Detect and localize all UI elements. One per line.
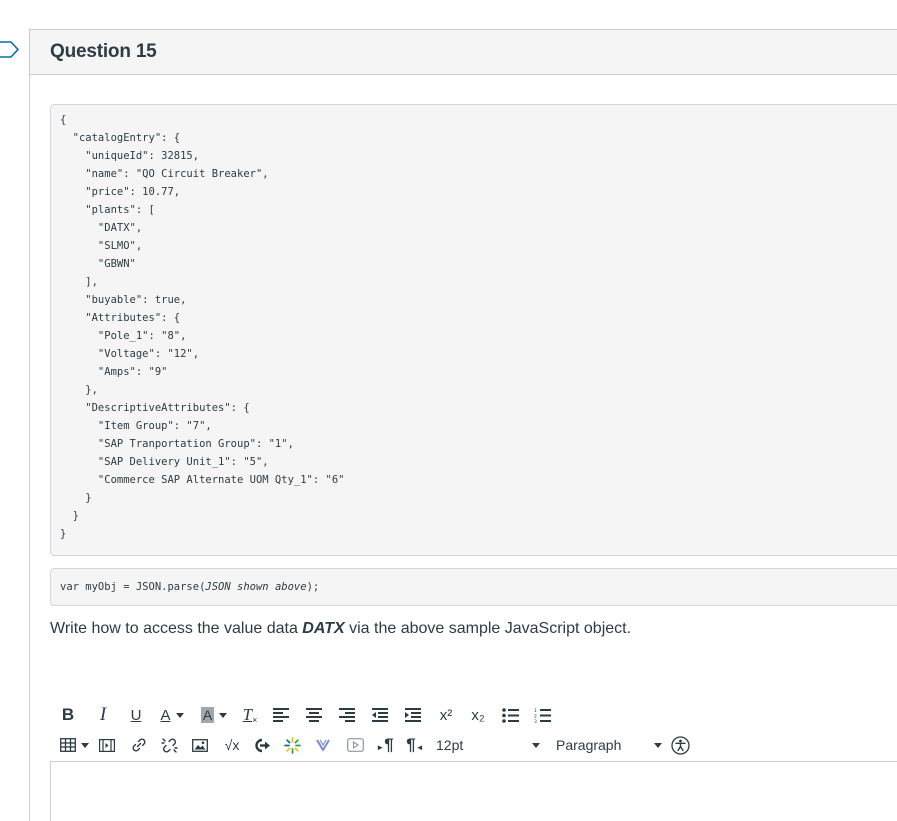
align-right-icon bbox=[339, 708, 355, 722]
vimeo-v-icon bbox=[316, 739, 330, 751]
embed-icon bbox=[254, 738, 270, 752]
align-center-button[interactable] bbox=[303, 703, 325, 727]
accessibility-checker-button[interactable] bbox=[670, 733, 690, 757]
rtl-arrow-icon: ◄ bbox=[415, 742, 424, 752]
background-color-button[interactable]: A bbox=[194, 703, 234, 727]
chevron-down-icon bbox=[175, 712, 184, 718]
question-header: Question 15 bbox=[30, 30, 897, 75]
outdent-button[interactable] bbox=[369, 703, 391, 727]
rtl-label: ¶ bbox=[406, 735, 416, 754]
svg-text:3: 3 bbox=[534, 719, 537, 723]
font-color-label: A bbox=[160, 706, 171, 724]
apps-sparkle-icon bbox=[283, 736, 301, 754]
subscript-button[interactable]: x₂ bbox=[467, 703, 489, 727]
embed-button[interactable] bbox=[251, 733, 273, 757]
question-prompt: Write how to access the value data DATX … bbox=[50, 620, 631, 638]
align-center-icon bbox=[306, 708, 322, 722]
ltr-button[interactable]: ► ¶ bbox=[374, 733, 396, 757]
bold-button[interactable]: B bbox=[58, 703, 78, 727]
external-tool-button[interactable] bbox=[312, 733, 334, 757]
media-button[interactable] bbox=[96, 733, 118, 757]
question-title: Question 15 bbox=[50, 41, 157, 62]
prompt-text-end: via the above sample JavaScript object. bbox=[344, 620, 632, 637]
svg-text:1: 1 bbox=[534, 708, 537, 714]
unlink-icon bbox=[160, 737, 178, 753]
rtl-button[interactable]: ¶ ◄ bbox=[404, 733, 426, 757]
indent-icon bbox=[405, 708, 421, 722]
play-icon bbox=[346, 738, 364, 752]
clear-format-label: T bbox=[242, 705, 253, 724]
prompt-text: Write how to access the value data bbox=[50, 620, 303, 637]
editor-toolbar-row-2: √x ► ¶ ¶ ◄ 12pt Paragraph bbox=[58, 733, 690, 757]
parse-code-block: var myObj = JSON.parse(JSON shown above)… bbox=[50, 568, 897, 606]
svg-text:2: 2 bbox=[534, 713, 537, 719]
media-icon bbox=[99, 738, 115, 752]
font-size-value: 12pt bbox=[436, 737, 464, 753]
ltr-label: ¶ bbox=[384, 735, 394, 754]
clear-x-icon: × bbox=[252, 715, 258, 725]
bullet-list-button[interactable] bbox=[499, 703, 521, 727]
chevron-down-icon bbox=[219, 712, 228, 718]
block-format-select[interactable]: Paragraph bbox=[556, 737, 670, 753]
unlink-button[interactable] bbox=[158, 733, 180, 757]
parse-suffix: ); bbox=[306, 581, 320, 593]
italic-button[interactable]: I bbox=[90, 703, 116, 727]
media-record-button[interactable] bbox=[344, 733, 366, 757]
prompt-emphasis: DATX bbox=[302, 620, 345, 637]
italic-label: I bbox=[99, 704, 107, 725]
parse-prefix: var myObj = JSON.parse( bbox=[60, 581, 206, 593]
link-icon bbox=[132, 738, 146, 752]
chevron-down-icon bbox=[80, 742, 89, 748]
json-code: { "catalogEntry": { "uniqueId": 32815, "… bbox=[60, 114, 345, 540]
image-icon bbox=[192, 738, 208, 752]
indent-button[interactable] bbox=[402, 703, 424, 727]
underline-label: U bbox=[130, 706, 142, 724]
editor-toolbar-row-1: B I U A A T × x² x₂ 1 2 3 bbox=[58, 703, 553, 727]
align-left-button[interactable] bbox=[270, 703, 292, 727]
outdent-icon bbox=[372, 708, 388, 722]
font-color-button[interactable]: A bbox=[154, 703, 190, 727]
numbered-list-icon: 123 bbox=[534, 708, 551, 723]
bullet-list-icon bbox=[501, 707, 519, 723]
chevron-down-icon bbox=[654, 742, 662, 748]
ltr-arrow-icon: ► bbox=[376, 742, 385, 752]
equation-icon: √x bbox=[224, 737, 240, 753]
question-card: Question 15 { "catalogEntry": { "uniqueI… bbox=[29, 29, 897, 821]
superscript-label: x² bbox=[439, 706, 453, 724]
equation-button[interactable]: √x bbox=[221, 733, 243, 757]
superscript-button[interactable]: x² bbox=[435, 703, 457, 727]
answer-editor[interactable] bbox=[50, 761, 897, 821]
align-left-icon bbox=[273, 708, 289, 722]
table-button[interactable] bbox=[58, 733, 90, 757]
apps-button[interactable] bbox=[281, 733, 303, 757]
table-icon bbox=[59, 738, 76, 752]
chevron-down-icon bbox=[532, 742, 540, 748]
parse-italic: JSON shown above bbox=[205, 581, 307, 593]
accessibility-icon bbox=[670, 735, 690, 755]
link-button[interactable] bbox=[128, 733, 150, 757]
clear-formatting-button[interactable]: T × bbox=[240, 703, 260, 727]
underline-button[interactable]: U bbox=[126, 703, 146, 727]
subscript-label: x₂ bbox=[471, 706, 485, 724]
block-format-value: Paragraph bbox=[556, 737, 622, 753]
bold-label: B bbox=[61, 705, 75, 724]
bg-color-label: A bbox=[200, 707, 215, 723]
json-code-block: { "catalogEntry": { "uniqueId": 32815, "… bbox=[50, 104, 897, 556]
font-size-select[interactable]: 12pt bbox=[436, 737, 548, 753]
flag-question-icon[interactable] bbox=[0, 41, 20, 58]
align-right-button[interactable] bbox=[336, 703, 358, 727]
numbered-list-button[interactable]: 123 bbox=[531, 703, 553, 727]
image-button[interactable] bbox=[189, 733, 211, 757]
